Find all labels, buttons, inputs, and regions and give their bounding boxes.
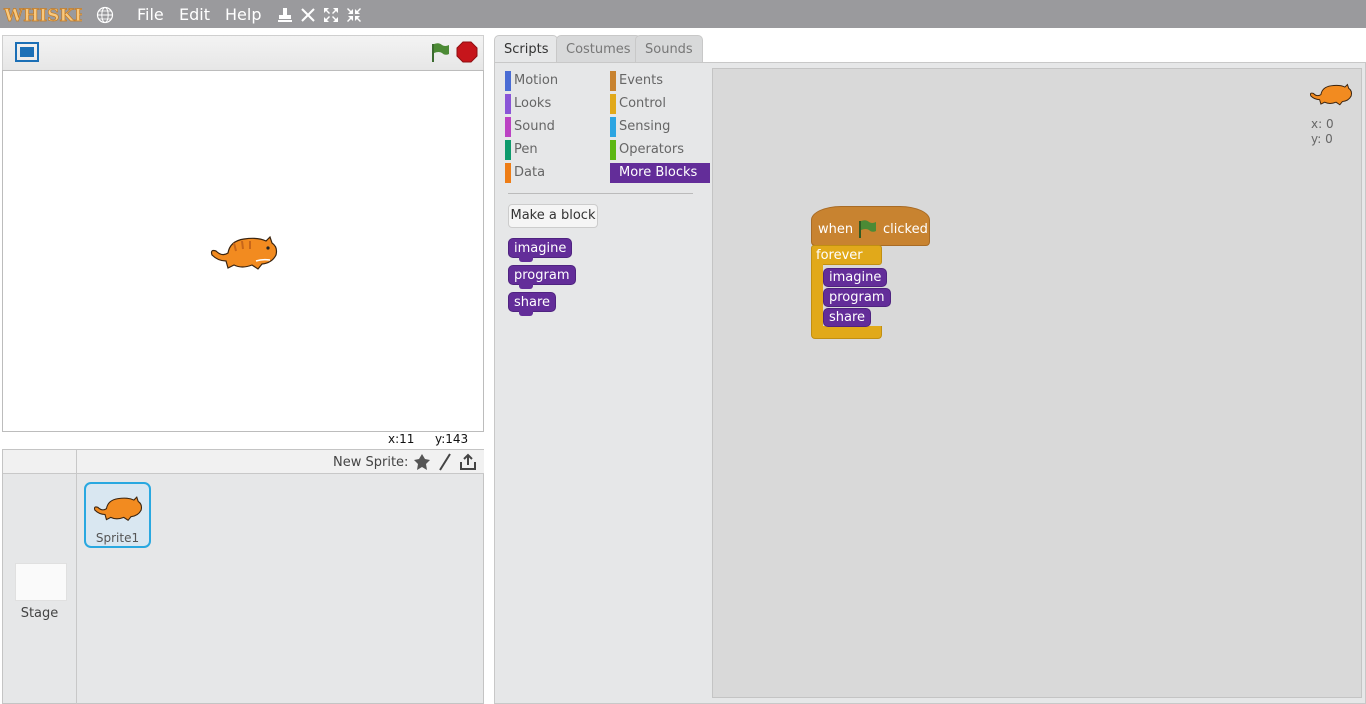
category-sensing[interactable]: Sensing (610, 117, 710, 137)
sprite-library-icon[interactable] (413, 453, 431, 471)
script-area[interactable] (712, 68, 1362, 698)
make-a-block-button[interactable]: Make a block (508, 204, 598, 228)
sprite-y-position: y: 0 (1311, 132, 1333, 146)
category-color-bar (610, 71, 616, 91)
category-looks[interactable]: Looks (505, 94, 605, 114)
svg-text:WHISKERS: WHISKERS (3, 6, 82, 26)
category-color-bar (505, 94, 511, 114)
category-operators[interactable]: Operators (610, 140, 710, 160)
script-block-program[interactable]: program (823, 288, 891, 307)
sprite-corral: New Sprite: Sprite1 Stage (2, 449, 484, 704)
fullscreen-icon[interactable] (13, 40, 41, 64)
sprite-thumbnail[interactable]: Sprite1 (84, 482, 151, 548)
category-color-bar (505, 163, 511, 183)
category-label: Events (619, 73, 664, 88)
cat-sprite-icon[interactable] (208, 233, 280, 271)
forever-block-arm (811, 264, 823, 328)
category-label: Data (514, 165, 546, 180)
category-label: Sound (514, 119, 555, 134)
delete-scissors-icon[interactable] (300, 7, 316, 23)
category-label: Operators (619, 142, 684, 157)
whiskers-logo[interactable]: WHISKERS (2, 2, 82, 26)
stop-sign-icon[interactable] (456, 41, 478, 63)
stage-header (2, 35, 484, 71)
category-pen[interactable]: Pen (505, 140, 605, 160)
shrink-icon[interactable] (346, 7, 362, 23)
paint-new-sprite-icon[interactable] (436, 453, 454, 471)
category-label: Looks (514, 96, 552, 111)
upload-sprite-icon[interactable] (459, 453, 477, 471)
sprite-name: Sprite1 (95, 531, 140, 545)
stage-thumbnail[interactable] (15, 563, 67, 601)
category-color-bar (505, 71, 511, 91)
sprite-x-position: x: 0 (1311, 117, 1334, 131)
category-color-bar (505, 140, 511, 160)
category-color-bar (610, 140, 616, 160)
category-sound[interactable]: Sound (505, 117, 605, 137)
duplicate-stamp-icon[interactable] (277, 7, 293, 23)
edit-menu[interactable]: Edit (179, 5, 210, 24)
cat-thumbnail-icon (93, 496, 143, 522)
hat-clicked-label: clicked (883, 222, 928, 237)
forever-block-bottom (811, 326, 882, 339)
green-flag-icon[interactable] (429, 41, 451, 63)
palette-block-share[interactable]: share (508, 292, 557, 316)
category-events[interactable]: Events (610, 71, 710, 91)
category-color-bar (610, 117, 616, 137)
current-sprite-icon (1310, 83, 1352, 106)
palette-block-imagine[interactable]: imagine (508, 238, 573, 262)
category-label: More Blocks (619, 165, 698, 180)
tab-costumes[interactable]: Costumes (556, 35, 641, 63)
mouse-y-readout: y:143 (435, 432, 469, 446)
category-label: Control (619, 96, 666, 111)
grow-icon[interactable] (323, 7, 339, 23)
category-motion[interactable]: Motion (505, 71, 605, 91)
stage-label: Stage (20, 606, 59, 621)
category-label: Motion (514, 73, 559, 88)
corral-sprites-header: New Sprite: (76, 450, 484, 474)
stage-canvas[interactable] (2, 70, 484, 432)
category-color-bar (610, 94, 616, 114)
new-sprite-label: New Sprite: (333, 455, 409, 470)
file-menu[interactable]: File (137, 5, 164, 24)
tab-sounds[interactable]: Sounds (635, 35, 703, 63)
language-globe-icon[interactable] (96, 6, 114, 24)
help-menu[interactable]: Help (225, 5, 261, 24)
category-data[interactable]: Data (505, 163, 605, 183)
category-more-blocks[interactable]: More Blocks (610, 163, 710, 183)
palette-divider (508, 193, 693, 194)
script-block-share[interactable]: share (823, 308, 872, 327)
category-label: Pen (514, 142, 538, 157)
palette-block-program[interactable]: program (508, 265, 576, 289)
green-flag-icon (859, 220, 876, 238)
category-label: Sensing (619, 119, 671, 134)
corral-stage-header (3, 450, 76, 474)
script-block-imagine[interactable]: imagine (823, 268, 888, 287)
tab-scripts[interactable]: Scripts (494, 35, 559, 64)
category-control[interactable]: Control (610, 94, 710, 114)
menu-bar: WHISKERS File Edit Help (0, 0, 1366, 28)
corral-divider (76, 450, 77, 704)
mouse-x-readout: x:11 (388, 432, 415, 446)
category-color-bar (505, 117, 511, 137)
hat-when-label: when (818, 222, 854, 237)
forever-label: forever (816, 248, 863, 263)
